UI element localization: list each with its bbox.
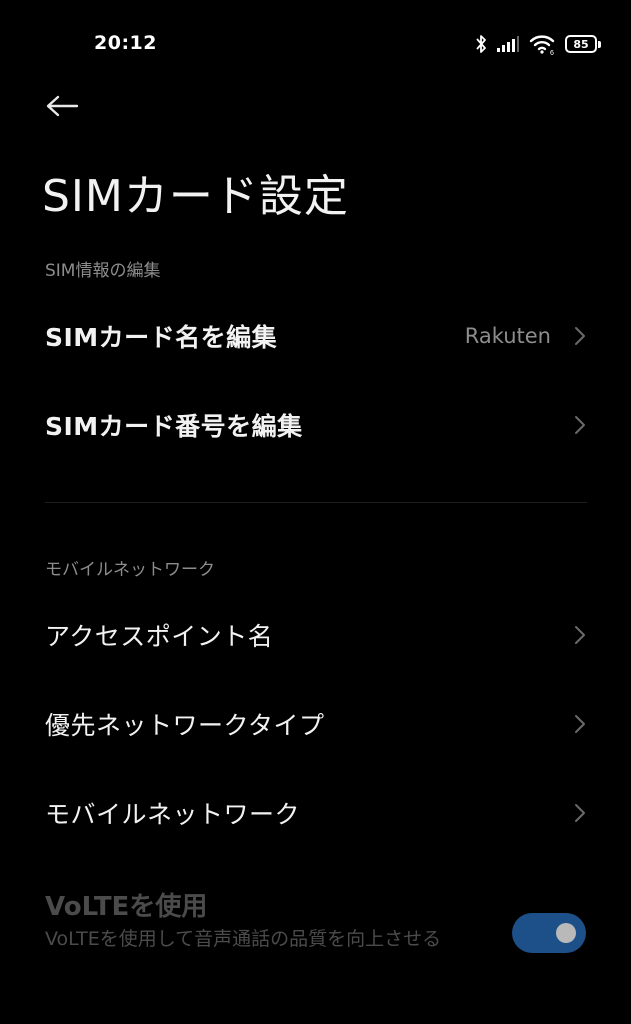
chevron-right-icon bbox=[575, 327, 585, 345]
chevron-right-icon bbox=[575, 416, 585, 434]
item-value: Rakuten bbox=[464, 324, 551, 348]
svg-text:6: 6 bbox=[550, 50, 554, 55]
status-time: 20:12 bbox=[94, 32, 157, 54]
bluetooth-icon bbox=[476, 35, 486, 53]
preferred-network-type-item[interactable]: 優先ネットワークタイプ bbox=[0, 684, 631, 764]
battery-icon: 85 bbox=[565, 35, 601, 53]
volte-title: VoLTEを使用 bbox=[45, 892, 208, 922]
chevron-right-icon bbox=[575, 626, 585, 644]
chevron-right-icon bbox=[575, 715, 585, 733]
section-divider bbox=[45, 502, 587, 503]
status-icons: 6 85 bbox=[475, 31, 601, 57]
item-label: モバイルネットワーク bbox=[45, 800, 301, 829]
wifi-icon: 6 bbox=[529, 35, 555, 55]
volte-description: VoLTEを使用して音声通話の品質を向上させる bbox=[45, 928, 442, 950]
volte-setting-row: VoLTEを使用 VoLTEを使用して音声通話の品質を向上させる bbox=[0, 880, 631, 990]
item-label: SIMカード番号を編集 bbox=[45, 412, 303, 441]
section-header-mobile-network: モバイルネットワーク bbox=[45, 560, 215, 580]
section-header-sim-info: SIM情報の編集 bbox=[45, 261, 161, 281]
arrow-left-icon bbox=[46, 95, 79, 117]
item-label: アクセスポイント名 bbox=[45, 622, 274, 651]
volte-toggle[interactable] bbox=[512, 913, 586, 953]
item-label: 優先ネットワークタイプ bbox=[45, 711, 325, 740]
signal-icon bbox=[497, 36, 519, 52]
access-point-name-item[interactable]: アクセスポイント名 bbox=[0, 595, 631, 675]
toggle-knob bbox=[556, 923, 576, 943]
item-label: SIMカード名を編集 bbox=[45, 323, 278, 352]
sim-card-settings-screen: 20:12 6 85 SIMカード設定 SIM情報の編集 SIMカード名を編集 … bbox=[0, 0, 631, 1024]
back-button[interactable] bbox=[40, 86, 84, 126]
mobile-network-item[interactable]: モバイルネットワーク bbox=[0, 773, 631, 853]
edit-sim-card-number-item[interactable]: SIMカード番号を編集 bbox=[0, 385, 631, 465]
chevron-right-icon bbox=[575, 804, 585, 822]
edit-sim-card-name-item[interactable]: SIMカード名を編集 Rakuten bbox=[0, 296, 631, 376]
battery-level: 85 bbox=[573, 37, 589, 51]
status-bar: 20:12 6 85 bbox=[0, 0, 631, 80]
page-title: SIMカード設定 bbox=[42, 171, 349, 222]
